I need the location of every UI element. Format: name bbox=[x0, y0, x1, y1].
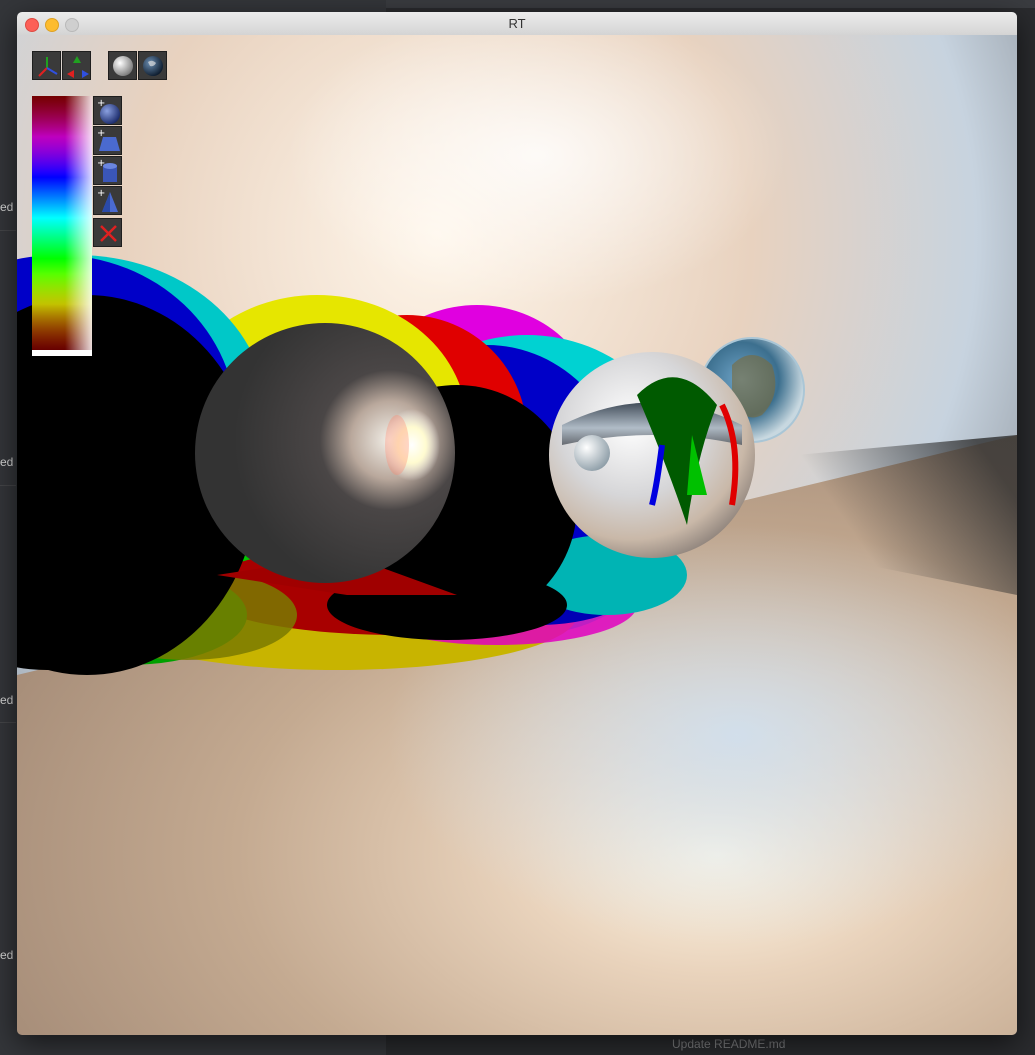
background-divider bbox=[0, 485, 16, 486]
add-cylinder-icon: + bbox=[97, 158, 117, 182]
axes-rotate-button[interactable] bbox=[62, 51, 91, 80]
add-sphere-icon: + bbox=[97, 98, 120, 124]
svg-text:+: + bbox=[97, 158, 105, 169]
title-bar[interactable]: RT bbox=[17, 12, 1017, 36]
palette-white-swatch[interactable] bbox=[32, 350, 92, 356]
background-divider bbox=[0, 230, 16, 231]
svg-text:+: + bbox=[97, 188, 105, 199]
background-topstrip bbox=[386, 0, 1035, 8]
delete-object-button[interactable] bbox=[93, 218, 122, 247]
delete-object-icon bbox=[100, 225, 117, 242]
rt-window: RT + + + + bbox=[17, 12, 1017, 1035]
background-fragment: ed bbox=[0, 693, 14, 707]
window-title: RT bbox=[508, 16, 526, 31]
axes-view-icon bbox=[38, 57, 58, 77]
plain-material-button[interactable] bbox=[108, 51, 137, 80]
render-canvas[interactable]: + + + + bbox=[17, 35, 1017, 1035]
earth-texture-icon bbox=[143, 56, 163, 76]
axes-rotate-icon bbox=[67, 56, 89, 78]
specular-red-fringe bbox=[385, 415, 409, 475]
plain-sphere-icon bbox=[113, 56, 133, 76]
add-plane-icon: + bbox=[97, 128, 120, 151]
axes-view-button[interactable] bbox=[32, 51, 61, 80]
background-footer: Update README.md bbox=[672, 1037, 786, 1051]
add-sphere-button[interactable]: + bbox=[93, 96, 122, 125]
svg-text:+: + bbox=[97, 98, 105, 109]
add-cone-icon: + bbox=[97, 188, 118, 212]
color-gradient[interactable] bbox=[32, 96, 92, 350]
add-cylinder-button[interactable]: + bbox=[93, 156, 122, 185]
color-palette[interactable] bbox=[32, 96, 92, 356]
add-cone-button[interactable]: + bbox=[93, 186, 122, 215]
background-fragment: ed bbox=[0, 200, 14, 214]
rendered-scene bbox=[17, 35, 1017, 1035]
small-reflect-sphere bbox=[574, 435, 610, 471]
background-fragment: ed bbox=[0, 455, 14, 469]
background-divider bbox=[0, 722, 16, 723]
background-fragment: ed bbox=[0, 948, 14, 962]
earth-material-button[interactable] bbox=[138, 51, 167, 80]
svg-text:+: + bbox=[97, 128, 105, 139]
add-plane-button[interactable]: + bbox=[93, 126, 122, 155]
